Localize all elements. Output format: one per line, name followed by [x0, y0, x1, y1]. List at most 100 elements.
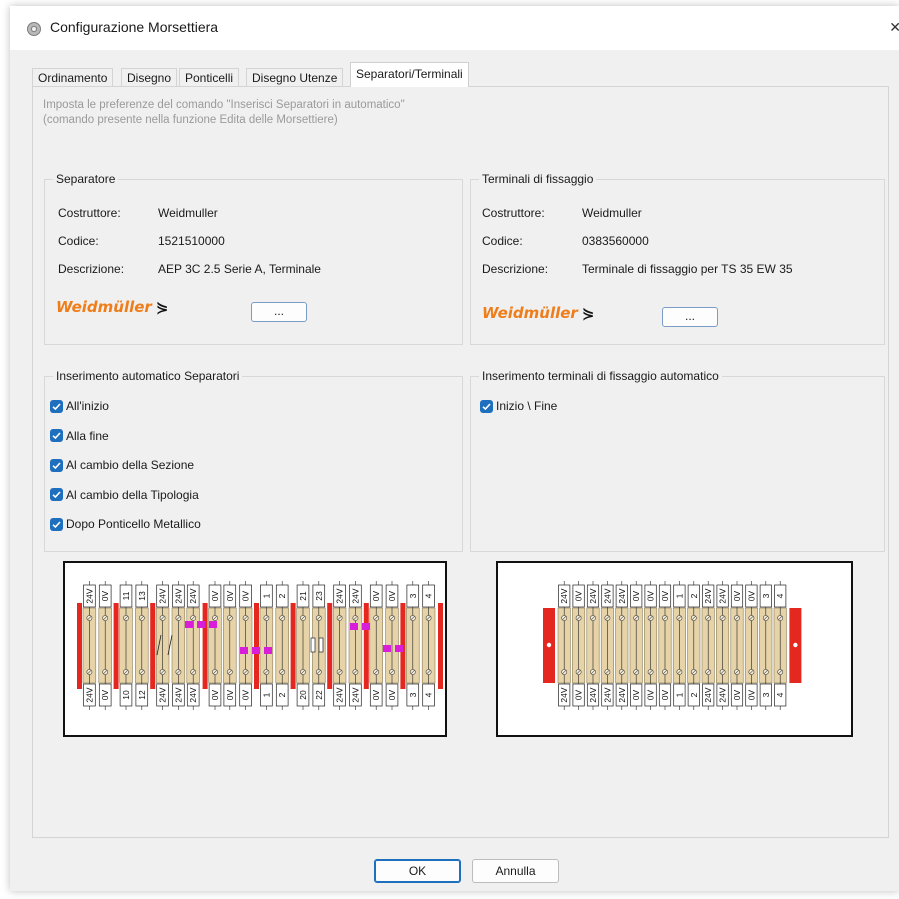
window-title: Configurazione Morsettiera — [50, 19, 219, 35]
checkbox-label: All'inizio — [66, 399, 109, 413]
separator-plate — [327, 603, 333, 689]
descrizione-label: Descrizione: — [482, 262, 549, 276]
checkbox-option[interactable]: Inizio \ Fine — [480, 397, 557, 415]
terminal-label-bottom: 3 — [761, 692, 771, 697]
costruttore-label: Costruttore: — [482, 206, 545, 220]
codice-label: Codice: — [58, 234, 99, 248]
checkbox-option[interactable]: Al cambio della Sezione — [50, 456, 194, 474]
terminal-label-top: 0V — [746, 590, 756, 601]
checkbox-label: Inizio \ Fine — [496, 399, 558, 413]
bridge-icon — [395, 645, 403, 652]
terminal-label-top: 2 — [689, 593, 699, 598]
separatori-diagram: 24V 24V 0V 0V 11 10 13 12 24V 24V 24V 24V 24V 24V 0V 0V… — [63, 561, 447, 737]
terminal-label-top: 2 — [277, 593, 287, 598]
terminal-label-top: 24V — [718, 588, 728, 603]
terminal-label-bottom: 1 — [674, 692, 684, 697]
terminal-label-top: 24V — [703, 588, 713, 603]
clamp-screw-icon — [546, 642, 552, 648]
weidmuller-logo: Weidmüller ⋟ — [56, 298, 168, 316]
costruttore-label: Costruttore: — [58, 206, 121, 220]
brand-text: Weidmüller — [56, 298, 152, 316]
separator-plate — [113, 603, 119, 689]
hint-line-2: (comando presente nella funzione Edita d… — [43, 114, 338, 126]
terminal-label-top: 24V — [335, 588, 345, 603]
terminal-label-top: 3 — [408, 593, 418, 598]
costruttore-value: Weidmuller — [158, 206, 218, 220]
tab-disegno[interactable]: Disegno — [121, 68, 178, 86]
checkbox-label: Alla fine — [66, 428, 109, 443]
inserimento-terminali-title: Inserimento terminali di fissaggio autom… — [479, 369, 722, 383]
terminal-label-top: 11 — [121, 591, 131, 600]
brand-text: Weidmüller — [482, 304, 578, 322]
terminal-label-bottom: 24V — [602, 687, 612, 702]
terminal-label-top: 23 — [314, 591, 324, 601]
checkbox-option[interactable]: All'inizio — [50, 397, 109, 415]
terminali-diagram: 24V 24V 0V 0V 24V 24V 24V 24V 24V 24V 0V 0V 0V 0V 0V 0V… — [496, 561, 853, 737]
terminal-strip-diagram: 24V 24V 0V 0V 24V 24V 24V 24V 24V 24V 0V 0V 0V 0V 0V 0V… — [543, 581, 802, 710]
terminal-label-bottom: 12 — [137, 690, 147, 700]
checkbox-checked-icon[interactable] — [50, 458, 63, 472]
terminal-label-bottom: 22 — [314, 690, 324, 700]
terminal-label-bottom: 0V — [241, 689, 251, 700]
end-separator — [438, 603, 443, 689]
terminal-label-bottom: 24V — [559, 687, 569, 702]
checkbox-checked-icon[interactable] — [50, 517, 63, 531]
dialog-window: Configurazione Morsettiera ✕ Ordinamento… — [10, 6, 899, 891]
terminal-label-bottom: 4 — [775, 692, 785, 697]
terminal-label-top: 24V — [559, 588, 569, 603]
tab-ponticelli[interactable]: Ponticelli — [179, 68, 240, 86]
terminal-label-bottom: 4 — [424, 692, 434, 697]
terminal-label-bottom: 0V — [574, 689, 584, 700]
terminal-strip-diagram: 24V24V0V0V1110131224V24V24V24V24V24V0V0V… — [77, 581, 443, 710]
terminal-label-bottom: 24V — [350, 687, 360, 702]
terminal-label-bottom: 24V — [158, 687, 168, 702]
checkbox-checked-icon[interactable] — [50, 399, 63, 413]
terminali-group: Terminali di fissaggio Costruttore: Weid… — [470, 172, 885, 345]
separatore-browse-button[interactable]: ... — [251, 302, 307, 322]
fuse-icon — [318, 637, 324, 653]
checkbox-label: Dopo Ponticello Metallico — [66, 517, 201, 531]
tab-disegno-utenze[interactable]: Disegno Utenze — [246, 68, 344, 86]
terminal-label-bottom: 24V — [703, 687, 713, 702]
bridge-icon — [264, 647, 272, 654]
checkbox-option[interactable]: Dopo Ponticello Metallico — [50, 515, 201, 533]
terminali-browse-button[interactable]: ... — [662, 307, 718, 327]
terminal-label-bottom: 0V — [646, 689, 656, 700]
weidmuller-mark-icon: ⋟ — [155, 298, 169, 316]
bridge-icon — [240, 647, 248, 654]
terminal-label-bottom: 24V — [173, 687, 183, 702]
terminal-label-bottom: 0V — [371, 689, 381, 700]
terminal-label-bottom: 0V — [631, 689, 641, 700]
ok-button[interactable]: OK — [374, 859, 461, 883]
close-icon[interactable]: ✕ — [889, 19, 899, 36]
terminal-label-bottom: 20 — [298, 690, 308, 700]
terminal-label-top: 1 — [261, 593, 271, 598]
terminal-label-top: 0V — [631, 590, 641, 601]
terminal-label-bottom: 1 — [261, 692, 271, 697]
codice-value: 1521510000 — [158, 234, 225, 248]
separator-plate — [150, 603, 156, 689]
weidmuller-logo: Weidmüller ⋟ — [482, 304, 594, 322]
gear-icon — [27, 22, 41, 36]
title-bar: Configurazione Morsettiera ✕ — [10, 6, 899, 50]
terminal-label-bottom: 24V — [188, 687, 198, 702]
checkbox-checked-icon[interactable] — [50, 429, 63, 442]
inserimento-separatori-group: Inserimento automatico Separatori All'in… — [44, 369, 463, 552]
terminal-label-top: 4 — [775, 593, 785, 598]
checkbox-checked-icon[interactable] — [50, 488, 63, 501]
tab-separatori-terminali[interactable]: Separatori/Terminali — [350, 62, 469, 87]
bridge-icon — [185, 621, 193, 628]
terminal-label-bottom: 24V — [335, 687, 345, 702]
tab-ordinamento[interactable]: Ordinamento — [32, 68, 114, 86]
bridge-icon — [362, 623, 370, 630]
terminal-label-top: 0V — [241, 590, 251, 601]
checkbox-checked-icon[interactable] — [480, 399, 493, 413]
checkbox-option[interactable]: Al cambio della Tipologia — [50, 486, 199, 504]
cancel-button[interactable]: Annulla — [472, 859, 559, 883]
descrizione-value: AEP 3C 2.5 Serie A, Terminale — [158, 262, 321, 276]
terminal-label-bottom: 0V — [100, 689, 110, 700]
terminali-title: Terminali di fissaggio — [479, 172, 597, 186]
separator-plate — [202, 603, 208, 689]
checkbox-option[interactable]: Alla fine — [50, 427, 109, 445]
terminal-label-top: 0V — [225, 590, 235, 601]
